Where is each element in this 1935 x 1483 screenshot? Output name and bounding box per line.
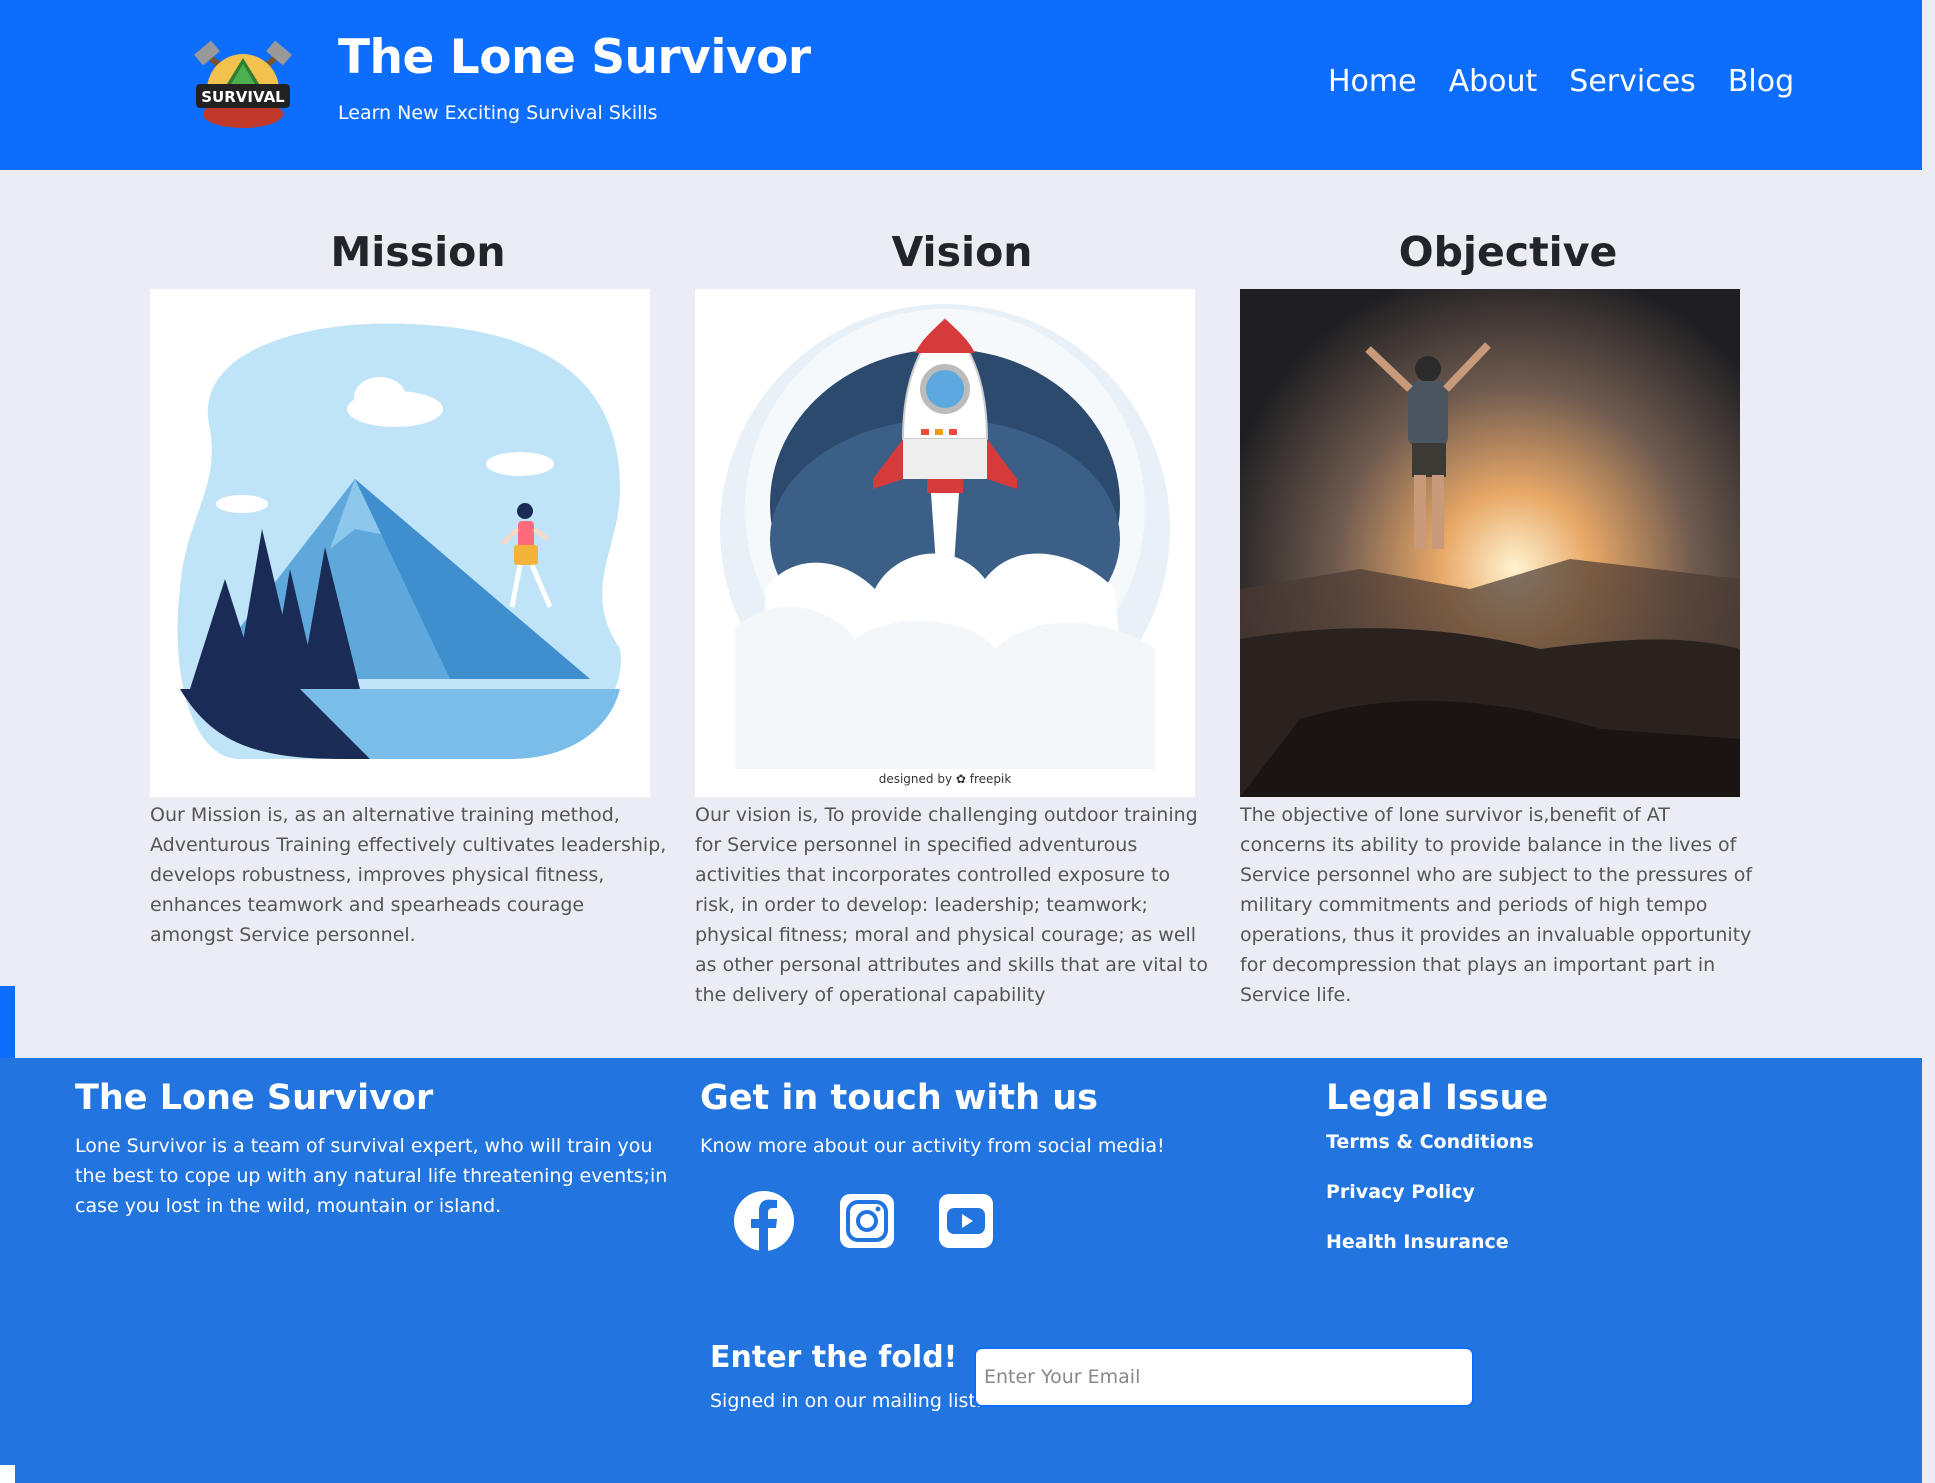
terms-link[interactable]: Terms & Conditions [1326,1131,1534,1153]
nav-services[interactable]: Services [1569,64,1696,99]
objective-title: Objective [1398,228,1618,276]
footer-contact-title: Get in touch with us [700,1078,1098,1118]
nav-home[interactable]: Home [1328,64,1417,99]
nav-blog[interactable]: Blog [1728,64,1794,99]
freepik-credit: designed by ✿ freepik [879,772,1012,786]
side-marker [0,986,15,1058]
objective-text: The objective of lone survivor is,benefi… [1240,804,1753,1006]
survival-logo[interactable]: SURVIVAL [184,36,302,136]
vision-image: designed by ✿ freepik [695,289,1195,797]
footer-contact-text: Know more about our activity from social… [700,1135,1165,1157]
mission-image [150,289,650,797]
bottom-marker [0,1465,15,1483]
privacy-link[interactable]: Privacy Policy [1326,1181,1475,1203]
footer-about-title: The Lone Survivor [75,1078,434,1118]
mission-text: Our Mission is, as an alternative traini… [150,804,667,946]
mission-title: Mission [330,228,506,276]
youtube-icon[interactable] [935,1190,997,1252]
logo-text: SURVIVAL [201,88,285,106]
health-insurance-link[interactable]: Health Insurance [1326,1231,1509,1253]
site-tagline: Learn New Exciting Survival Skills [338,102,658,124]
footer-about-text: Lone Survivor is a team of survival expe… [75,1135,668,1217]
vision-text: Our vision is, To provide challenging ou… [695,804,1208,1006]
instagram-icon[interactable] [836,1190,898,1252]
main-nav: Home About Services Blog [1328,64,1794,99]
facebook-icon[interactable] [733,1190,795,1252]
site-title: The Lone Survivor [338,30,811,85]
vision-title: Vision [891,228,1033,276]
newsletter-subtitle: Signed in on our mailing list. [710,1390,982,1412]
objective-image [1240,289,1740,797]
footer-legal-title: Legal Issue [1326,1078,1549,1118]
nav-about[interactable]: About [1449,64,1538,99]
site-footer: The Lone Survivor Lone Survivor is a tea… [0,1058,1922,1483]
email-input[interactable] [974,1347,1474,1407]
newsletter-title: Enter the fold! [710,1340,958,1375]
site-header: SURVIVAL The Lone Survivor Learn New Exc… [0,0,1922,170]
